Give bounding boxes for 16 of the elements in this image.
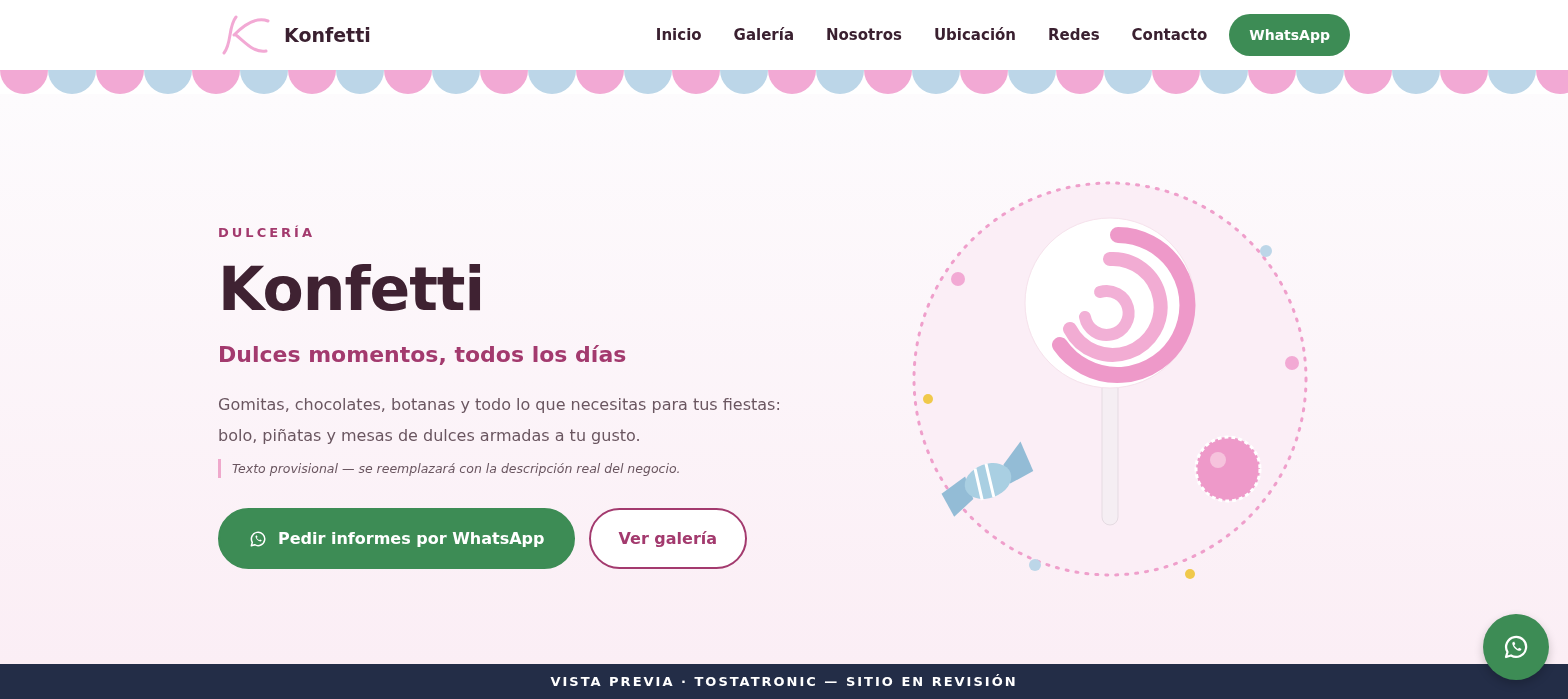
nav-link[interactable]: Redes [1034,18,1114,52]
hero-subtitle: Dulces momentos, todos los días [218,342,627,367]
hero-eyebrow: DULCERÍA [218,225,315,240]
whatsapp-order-button[interactable]: Pedir informes por WhatsApp [218,508,575,569]
hero-description: Gomitas, chocolates, botanas y todo lo que necesitas para tus fiestas: bolo, piñatas y mesas de dulces armadas a tu gusto. [218,394,782,447]
gallery-button[interactable]: Ver galería [588,508,748,569]
preview-banner-text: VISTA PREVIA · TOSTATRONIC — SITIO EN REVISIÓN [550,674,1018,689]
nav-link[interactable]: Inicio [641,18,716,52]
hero-title: Konfetti [218,254,485,324]
nav-link[interactable]: Contacto [1117,18,1222,52]
placeholder-note: Texto provisional — se reemplazará con la descripción real del negocio. [218,459,681,478]
whatsapp-nav-button[interactable]: WhatsApp [1229,14,1350,56]
nav-link[interactable]: Nosotros [812,18,916,52]
brand-name: Konfetti [284,24,371,46]
nav-link[interactable]: Ubicación [919,18,1030,52]
nav-link[interactable]: Galería [719,18,808,52]
